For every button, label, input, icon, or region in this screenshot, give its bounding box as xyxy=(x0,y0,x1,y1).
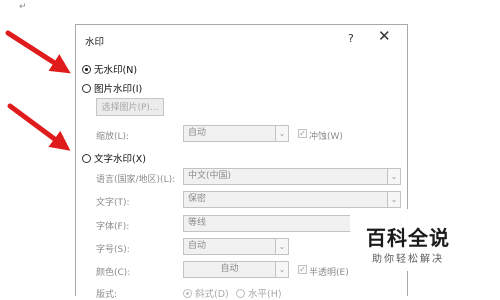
overlay-watermark-logo: 百科全说 助你轻松解决 xyxy=(350,209,500,271)
watermark-sub-text: 助你轻松解决 xyxy=(372,254,444,265)
arrow-to-text-watermark xyxy=(7,103,71,151)
watermark-main-text: 百科全说 xyxy=(366,226,450,250)
arrow-to-no-watermark xyxy=(5,30,71,74)
